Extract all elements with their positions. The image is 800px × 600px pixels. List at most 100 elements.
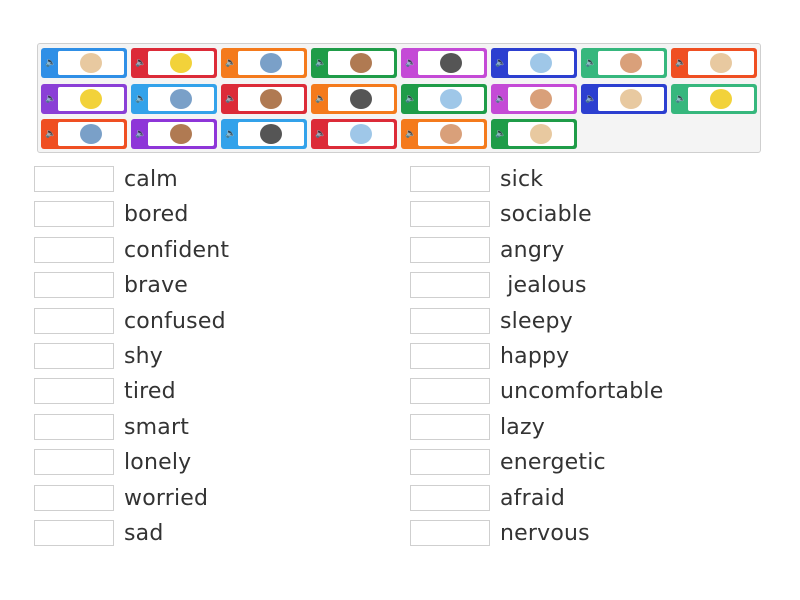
speaker-icon[interactable]: 🔈	[224, 58, 238, 68]
word-label: sociable	[500, 201, 592, 227]
person-worried-icon	[440, 53, 462, 73]
answer-drop-slot[interactable]	[34, 201, 114, 227]
tile-picture	[328, 51, 394, 75]
image-tile[interactable]: 🔈	[41, 48, 127, 78]
speaker-icon[interactable]: 🔈	[584, 58, 598, 68]
person-flexing-icon	[80, 53, 102, 73]
image-tile[interactable]: 🔈	[491, 119, 577, 149]
speaker-icon[interactable]: 🔈	[494, 58, 508, 68]
tile-picture	[688, 87, 754, 111]
image-tile[interactable]: 🔈	[131, 48, 217, 78]
right-answer-row: sick	[410, 166, 543, 192]
speaker-icon[interactable]: 🔈	[404, 129, 418, 139]
image-tile[interactable]: 🔈	[41, 84, 127, 114]
answer-drop-slot[interactable]	[410, 201, 490, 227]
speaker-icon[interactable]: 🔈	[134, 58, 148, 68]
tile-picture	[598, 87, 664, 111]
answer-drop-slot[interactable]	[410, 166, 490, 192]
answer-drop-slot[interactable]	[410, 414, 490, 440]
speaker-icon[interactable]: 🔈	[44, 94, 58, 104]
answer-drop-slot[interactable]	[34, 272, 114, 298]
answer-drop-slot[interactable]	[34, 378, 114, 404]
speaker-icon[interactable]: 🔈	[674, 94, 688, 104]
word-label: confident	[124, 237, 230, 263]
word-label: confused	[124, 308, 226, 334]
speaker-icon[interactable]: 🔈	[44, 58, 58, 68]
image-tile[interactable]: 🔈	[401, 48, 487, 78]
speaker-icon[interactable]: 🔈	[134, 129, 148, 139]
image-tile[interactable]: 🔈	[491, 84, 577, 114]
right-answer-row: sleepy	[410, 308, 573, 334]
tile-picture	[418, 87, 484, 111]
answer-drop-slot[interactable]	[34, 449, 114, 475]
left-answer-row: confused	[34, 308, 226, 334]
image-tile[interactable]: 🔈	[671, 48, 757, 78]
answer-drop-slot[interactable]	[410, 272, 490, 298]
answer-drop-slot[interactable]	[34, 414, 114, 440]
image-tile[interactable]: 🔈	[311, 119, 397, 149]
speaker-icon[interactable]: 🔈	[314, 94, 328, 104]
speaker-icon[interactable]: 🔈	[404, 58, 418, 68]
people-party-icon	[80, 124, 102, 144]
left-answer-row: smart	[34, 414, 189, 440]
speaker-icon[interactable]: 🔈	[134, 94, 148, 104]
answer-drop-slot[interactable]	[410, 237, 490, 263]
right-answer-row: sociable	[410, 201, 592, 227]
right-answer-row: energetic	[410, 449, 606, 475]
image-tile[interactable]: 🔈	[311, 84, 397, 114]
person-meditating-icon	[350, 89, 372, 109]
image-tile[interactable]: 🔈	[401, 119, 487, 149]
answer-drop-slot[interactable]	[34, 237, 114, 263]
word-label: shy	[124, 343, 164, 369]
left-answer-row: confident	[34, 237, 229, 263]
answer-drop-slot[interactable]	[410, 449, 490, 475]
speaker-icon[interactable]: 🔈	[584, 94, 598, 104]
image-tile[interactable]: 🔈	[311, 48, 397, 78]
image-tile[interactable]: 🔈	[401, 84, 487, 114]
right-answer-row: nervous	[410, 520, 590, 546]
left-answer-row: sad	[34, 520, 164, 546]
speaker-icon[interactable]: 🔈	[494, 94, 508, 104]
image-tile[interactable]: 🔈	[491, 48, 577, 78]
speaker-icon[interactable]: 🔈	[224, 129, 238, 139]
person-tired-icon	[530, 89, 552, 109]
speaker-icon[interactable]: 🔈	[674, 58, 688, 68]
image-tile[interactable]: 🔈	[221, 84, 307, 114]
word-label: sleepy	[500, 308, 573, 334]
word-label: sick	[500, 166, 544, 192]
speaker-icon[interactable]: 🔈	[314, 129, 328, 139]
answer-drop-slot[interactable]	[34, 166, 114, 192]
answer-drop-slot[interactable]	[410, 485, 490, 511]
right-answer-row: uncomfortable	[410, 378, 663, 404]
image-tile[interactable]: 🔈	[581, 48, 667, 78]
speaker-icon[interactable]: 🔈	[44, 129, 58, 139]
image-tile[interactable]: 🔈	[221, 48, 307, 78]
answer-drop-slot[interactable]	[34, 343, 114, 369]
tile-picture	[418, 51, 484, 75]
answer-drop-slot[interactable]	[410, 520, 490, 546]
answer-drop-slot[interactable]	[410, 343, 490, 369]
image-tile[interactable]: 🔈	[131, 84, 217, 114]
image-tile[interactable]: 🔈	[131, 119, 217, 149]
speaker-icon[interactable]: 🔈	[404, 94, 418, 104]
speaker-icon[interactable]: 🔈	[314, 58, 328, 68]
image-tile[interactable]: 🔈	[41, 119, 127, 149]
answer-drop-slot[interactable]	[34, 520, 114, 546]
speaker-icon[interactable]: 🔈	[494, 129, 508, 139]
woman-smiling-icon	[170, 89, 192, 109]
left-answer-row: tired	[34, 378, 176, 404]
image-tile[interactable]: 🔈	[671, 84, 757, 114]
answer-drop-slot[interactable]	[410, 378, 490, 404]
image-tile[interactable]: 🔈	[221, 119, 307, 149]
answer-drop-slot[interactable]	[34, 485, 114, 511]
left-answer-row: bored	[34, 201, 189, 227]
speaker-icon[interactable]: 🔈	[224, 94, 238, 104]
tile-picture	[508, 87, 574, 111]
answer-drop-slot[interactable]	[410, 308, 490, 334]
image-tile[interactable]: 🔈	[581, 84, 667, 114]
tile-picture	[148, 87, 214, 111]
word-label: brave	[124, 272, 189, 298]
answer-drop-slot[interactable]	[34, 308, 114, 334]
word-label: worried	[124, 485, 209, 511]
tile-picture	[598, 51, 664, 75]
